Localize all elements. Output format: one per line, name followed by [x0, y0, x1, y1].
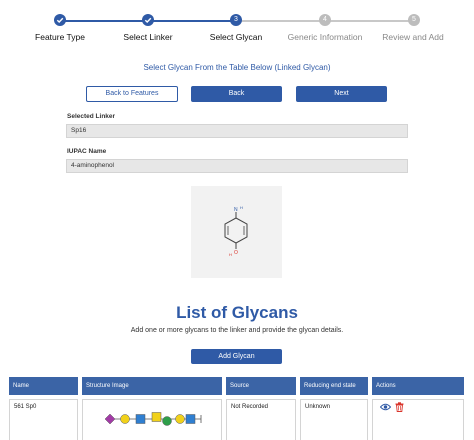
step-5-label: Review and Add	[382, 32, 444, 42]
stepper-connector	[60, 20, 148, 22]
column-header-source[interactable]: Source	[226, 377, 296, 395]
linker-structure-image: N H O H	[191, 186, 282, 278]
iupac-name-field: 4-aminophenol	[66, 159, 408, 173]
page-subtitle: Select Glycan From the Table Below (Link…	[143, 63, 331, 72]
column-header-actions: Actions	[372, 377, 464, 395]
add-glycan-button[interactable]: Add Glycan	[191, 349, 282, 364]
back-to-features-button[interactable]: Back to Features	[86, 86, 178, 102]
next-button[interactable]: Next	[296, 86, 387, 102]
selected-linker-field: Sp16	[66, 124, 408, 138]
atom-n: N	[234, 207, 238, 213]
cell-source: Not Recorded	[226, 399, 296, 440]
step-4-indicator: 4	[319, 14, 331, 26]
check-icon	[56, 17, 64, 23]
list-description: Add one or more glycans to the linker an…	[130, 327, 344, 334]
cell-structure	[82, 399, 222, 440]
stepper-connector	[325, 20, 414, 22]
glycan-structure-image	[104, 412, 202, 426]
step-3-label: Select Glycan	[209, 32, 263, 42]
iupac-name-label: IUPAC Name	[67, 148, 107, 155]
stepper-connector	[236, 20, 325, 22]
column-header-name[interactable]: Name	[9, 377, 78, 395]
check-icon	[144, 17, 152, 23]
selected-linker-label: Selected Linker	[67, 113, 116, 120]
stepper-connector	[148, 20, 236, 22]
atom-n-hydrogen: H	[240, 205, 243, 210]
list-title: List of Glycans	[176, 303, 298, 322]
wizard-stepper: 3 4 5 Feature Type Select Linker Select …	[0, 0, 474, 50]
step-2-indicator	[142, 14, 154, 26]
step-1-indicator	[54, 14, 66, 26]
column-header-structure[interactable]: Structure Image	[82, 377, 222, 395]
back-button[interactable]: Back	[191, 86, 282, 102]
column-header-reducing-end[interactable]: Reducing end state	[300, 377, 368, 395]
atom-o: O	[234, 250, 238, 256]
atom-o-hydrogen: H	[229, 252, 232, 257]
cell-name: 561 Sp0	[9, 399, 78, 440]
step-2-label: Select Linker	[123, 32, 173, 42]
step-3-indicator: 3	[230, 14, 242, 26]
trash-icon[interactable]	[395, 402, 404, 412]
step-1-label: Feature Type	[35, 32, 85, 42]
eye-icon[interactable]	[380, 403, 391, 411]
cell-reducing-end: Unknown	[300, 399, 368, 440]
step-4-label: Generic Information	[287, 32, 363, 42]
molecule-drawing: N H O H	[224, 205, 248, 257]
step-5-indicator: 5	[408, 14, 420, 26]
